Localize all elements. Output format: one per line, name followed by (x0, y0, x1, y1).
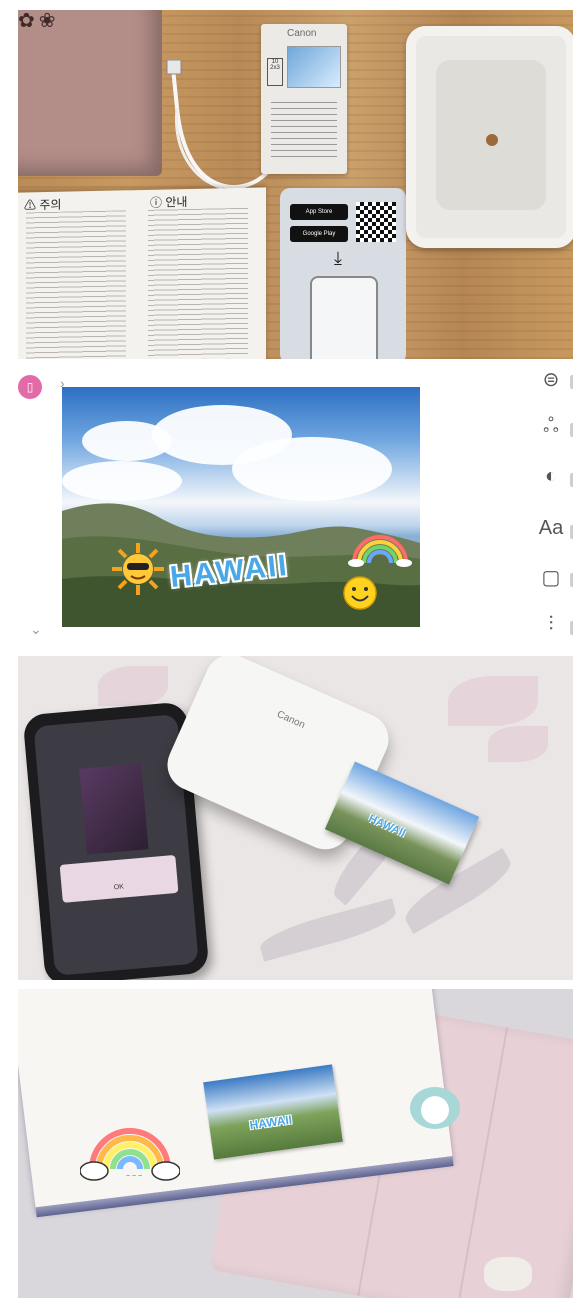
print-frame-icon[interactable]: ⊜ (536, 367, 566, 397)
print-dialog: OK (59, 854, 179, 903)
dog-sticker-icon (410, 1087, 460, 1129)
printer-logo: Canon (275, 708, 307, 731)
app-store-badge: App Store (290, 204, 348, 220)
qr-code (356, 202, 396, 242)
phone-illustration (310, 276, 378, 359)
fabric-flower (488, 726, 548, 762)
filter-icon[interactable]: ஃ (536, 415, 566, 445)
packaging-tray (406, 26, 573, 248)
sticker-caption: HAWAII (248, 1112, 293, 1133)
handwritten-scribble: ~ ~ ~ (126, 1173, 143, 1180)
printing-photo: OK Canon HAWAII (18, 656, 573, 980)
photo-editor-screen: ▯ › ⌄ HAWAII ⊜ ஃ ◐ Aa ▢ ⫶ (18, 367, 573, 647)
text-icon[interactable]: Aa (536, 517, 566, 547)
print-preview-thumbnail (79, 763, 149, 855)
fabric-flower (448, 676, 538, 726)
instruction-manual: ⚠ 주의 ⓘ 안내 (18, 187, 266, 359)
rainbow-sticker-icon[interactable] (348, 527, 412, 567)
adjust-icon[interactable]: ◐ (536, 465, 566, 495)
paper-brand: Canon (287, 28, 317, 39)
tray-hole (486, 134, 498, 146)
zink-paper-pack: Canon 10 2x3 (261, 24, 347, 174)
fabric-leaf (256, 898, 400, 962)
dialog-ok-button[interactable]: OK (114, 883, 125, 891)
cloud (62, 461, 182, 501)
sliders-icon[interactable]: ⫶ (536, 613, 566, 643)
editable-photo[interactable]: HAWAII (62, 387, 420, 627)
google-play-badge: Google Play (290, 226, 348, 242)
printer-box: ✿❀ (18, 10, 162, 176)
manual-text-column (26, 210, 126, 359)
chevron-down-icon[interactable]: ⌄ (30, 621, 42, 638)
smiley-sticker-icon[interactable] (342, 575, 378, 611)
paper-size-tag: 10 2x3 (267, 58, 283, 86)
paper-illustration (287, 46, 341, 88)
cloud (232, 437, 392, 501)
box-logo-icon: ✿❀ (18, 10, 60, 32)
fabric-flower (98, 666, 168, 706)
paper-fine-print (271, 102, 337, 162)
journal-stickers-photo: ~ ~ ~ HAWAII (18, 989, 573, 1298)
manual-text-column (148, 207, 248, 359)
app-download-card: App Store Google Play ⤓ (280, 188, 406, 359)
app-avatar-icon[interactable]: ▯ (18, 375, 42, 399)
border-icon[interactable]: ▢ (536, 565, 566, 595)
sun-sticker-icon[interactable] (110, 541, 166, 597)
printed-caption: HAWAII (366, 812, 408, 840)
cat-sticker-icon (484, 1257, 532, 1291)
unboxing-photo: ✿❀ Canon 10 2x3 ⚠ 주의 ⓘ 안내 App Store Goog… (18, 10, 573, 359)
download-arrow-icon: ⤓ (334, 248, 342, 268)
